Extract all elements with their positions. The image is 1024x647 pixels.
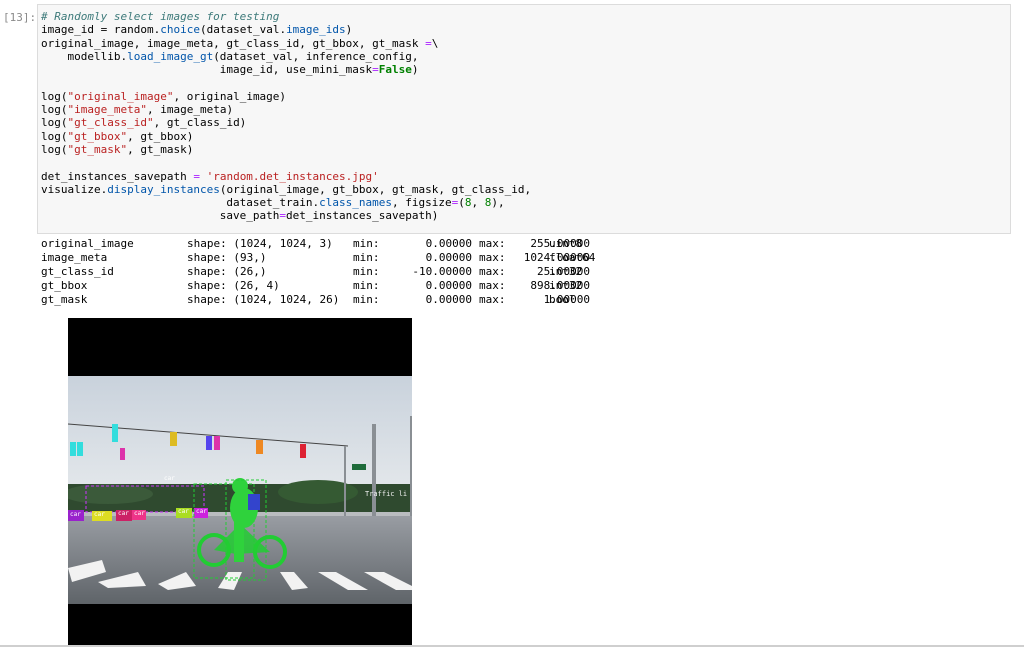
street-sign [352, 464, 366, 470]
code-function: load_image_gt [127, 49, 214, 63]
code-text: modellib. [41, 49, 128, 63]
code-text: (dataset_val. [199, 23, 287, 37]
code-text: log( [41, 142, 68, 156]
output-dtype: uint8 [549, 237, 583, 250]
output-shape: shape: (26,) [187, 265, 267, 278]
output-shape: shape: (1024, 1024, 3) [187, 237, 333, 250]
traffic-light-label: Traffic li [365, 490, 407, 498]
code-text: , [471, 196, 485, 210]
output-shape: shape: (1024, 1024, 26) [187, 293, 340, 306]
output-row: gt_class_id shape: (26,) min: -10.00000 … [41, 265, 590, 279]
code-string: "gt_bbox" [67, 129, 128, 143]
code-text: , gt_mask) [127, 142, 194, 156]
code-string: "gt_class_id" [67, 116, 154, 130]
code-text: visualize. [41, 182, 108, 196]
output-min-label: min: [353, 293, 380, 306]
output-min-label: min: [353, 279, 380, 292]
code-text: ) [411, 63, 419, 77]
code-text: (original_image, gt_bbox, gt_mask, gt_cl… [219, 182, 532, 196]
code-text: ) [345, 23, 353, 37]
car-label: car [164, 475, 175, 482]
code-text: dataset_train. [41, 196, 320, 210]
output-max-label: max: [479, 251, 506, 264]
code-string: "image_meta" [67, 103, 147, 117]
code-comment: # Randomly select images for testing [41, 10, 280, 23]
output-min-label: min: [353, 251, 380, 264]
output-row: gt_bbox shape: (26, 4) min: 0.00000 max:… [41, 279, 590, 293]
code-text: , figsize [392, 196, 452, 210]
output-shape: shape: (93,) [187, 251, 267, 264]
output-var-name: image_meta [41, 251, 108, 264]
code-text: image_id, use_mini_mask [41, 63, 373, 77]
output-dtype: int32 [549, 265, 583, 278]
output-var-name: gt_mask [41, 293, 88, 306]
output-row: gt_mask shape: (1024, 1024, 26) min: 0.0… [41, 293, 590, 307]
code-text: , original_image) [173, 89, 287, 103]
code-text: ), [491, 196, 505, 210]
output-row: original_image shape: (1024, 1024, 3) mi… [41, 237, 590, 251]
output-figure: car car car car car car car Traffic li [68, 318, 412, 647]
car-label: car [118, 510, 129, 517]
code-text: , gt_class_id) [153, 116, 247, 130]
code-text: save_path [41, 209, 280, 223]
code-text: det_instances_savepath) [286, 209, 439, 223]
output-dtype: bool [549, 293, 576, 306]
code-text: , gt_bbox) [127, 129, 194, 143]
output-min-value: 0.00000 [425, 251, 472, 264]
code-string: "original_image" [67, 89, 174, 103]
code-string: 'random.det_instances.jpg' [199, 169, 379, 183]
code-operator: = [193, 169, 200, 183]
code-text: log( [41, 89, 68, 103]
code-function: choice [160, 23, 200, 37]
output-max-label: max: [479, 265, 506, 278]
code-cell-input[interactable]: # Randomly select images for testing ima… [37, 4, 1011, 234]
output-dtype: int32 [549, 279, 583, 292]
code-text: ( [458, 196, 465, 210]
code-attribute: image_ids [286, 23, 346, 37]
output-shape: shape: (26, 4) [187, 279, 280, 292]
code-text: (dataset_val, inference_config, [213, 49, 419, 63]
output-dtype: float64 [549, 251, 596, 264]
output-min-value: -10.00000 [412, 265, 472, 278]
output-max-label: max: [479, 279, 506, 292]
cell-prompt: [13]: [3, 11, 37, 24]
signal-pole [372, 424, 376, 516]
output-min-label: min: [353, 265, 380, 278]
code-text: det_instances_savepath [41, 169, 194, 183]
output-row: image_meta shape: (93,) min: 0.00000 max… [41, 251, 595, 265]
car-label: car [70, 511, 81, 518]
output-var-name: gt_bbox [41, 279, 88, 292]
output-min-label: min: [353, 237, 380, 250]
annotated-street-photo: car car car car car car car Traffic li [68, 376, 412, 604]
output-max-label: max: [479, 293, 506, 306]
code-keyword: False [378, 63, 412, 77]
code-function: display_instances [107, 182, 220, 196]
code-text: , image_meta) [146, 103, 234, 117]
code-text: original_image, image_meta, gt_class_id,… [41, 36, 426, 50]
code-text: \ [431, 36, 439, 50]
output-min-value: 0.00000 [425, 237, 472, 250]
car-label: car [134, 510, 145, 517]
code-text: image_id = random. [41, 23, 161, 37]
output-min-value: 0.00000 [425, 293, 472, 306]
car-label: car [178, 508, 189, 515]
code-operator: = [425, 36, 432, 50]
code-number: 8 [464, 196, 472, 210]
output-max-label: max: [479, 237, 506, 250]
code-text: log( [41, 116, 68, 130]
output-var-name: gt_class_id [41, 265, 114, 278]
code-attribute: class_names [319, 196, 393, 210]
code-operator: = [372, 63, 379, 77]
output-min-value: 0.00000 [425, 279, 472, 292]
code-text: log( [41, 129, 68, 143]
code-text: log( [41, 103, 68, 117]
code-string: "gt_mask" [67, 142, 128, 156]
code-editor[interactable]: # Randomly select images for testing ima… [41, 10, 531, 223]
car-label: car [94, 511, 105, 518]
car-label: car [196, 508, 207, 515]
output-var-name: original_image [41, 237, 134, 250]
